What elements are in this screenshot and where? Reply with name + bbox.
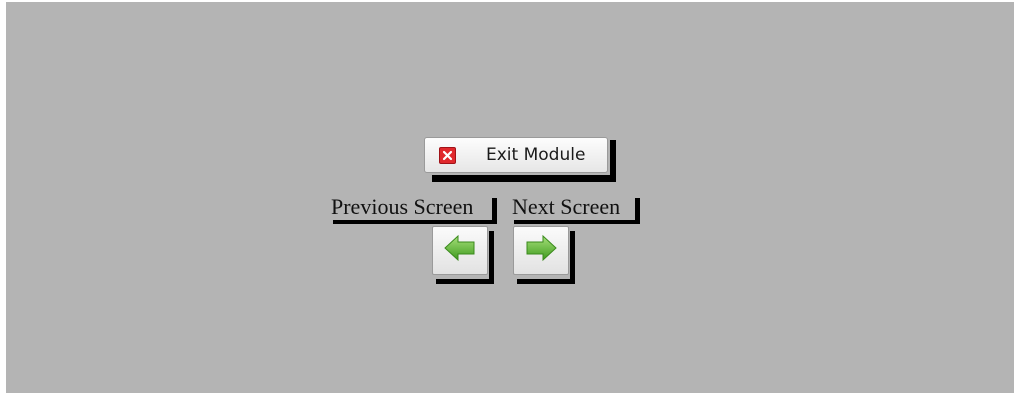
button-shadow <box>570 231 575 284</box>
previous-screen-label: Previous Screen <box>331 194 474 219</box>
next-screen-label: Next Screen <box>512 194 621 219</box>
module-panel <box>6 2 1014 393</box>
previous-screen-button[interactable] <box>432 226 488 275</box>
close-icon <box>439 146 456 164</box>
arrow-right-icon <box>524 233 558 268</box>
button-shadow <box>432 175 616 182</box>
label-shadow <box>492 198 497 224</box>
label-shadow <box>635 198 640 224</box>
label-shadow <box>333 220 496 224</box>
exit-module-button[interactable]: Exit Module <box>424 137 608 173</box>
arrow-left-icon <box>443 233 477 268</box>
label-shadow <box>514 220 640 224</box>
button-shadow <box>517 279 575 284</box>
exit-module-label: Exit Module <box>486 145 586 165</box>
button-shadow <box>489 231 494 284</box>
exit-module-group: Exit Module <box>424 137 616 182</box>
button-shadow <box>436 279 494 284</box>
next-screen-button[interactable] <box>513 226 569 275</box>
